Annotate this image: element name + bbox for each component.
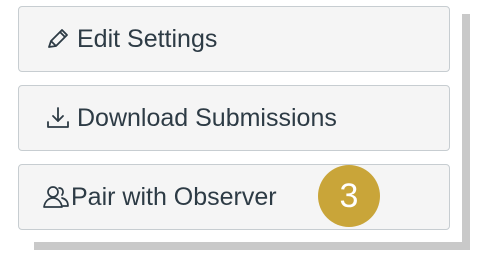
edit-settings-label: Edit Settings <box>77 24 218 53</box>
download-submissions-button[interactable]: Download Submissions <box>18 85 450 151</box>
pair-with-observer-button[interactable]: Pair with Observer <box>18 164 450 230</box>
pair-with-observer-label: Pair with Observer <box>71 182 277 211</box>
download-icon <box>43 103 73 133</box>
screenshot-stage: Edit Settings Download Submissions Pair … <box>0 0 478 254</box>
sidebar-actions-panel: Edit Settings Download Submissions Pair … <box>0 0 462 242</box>
pencil-icon <box>43 24 73 54</box>
download-submissions-label: Download Submissions <box>77 103 337 132</box>
step-number-badge: 3 <box>318 165 380 227</box>
edit-settings-button[interactable]: Edit Settings <box>18 6 450 72</box>
user-pair-icon <box>41 182 71 212</box>
